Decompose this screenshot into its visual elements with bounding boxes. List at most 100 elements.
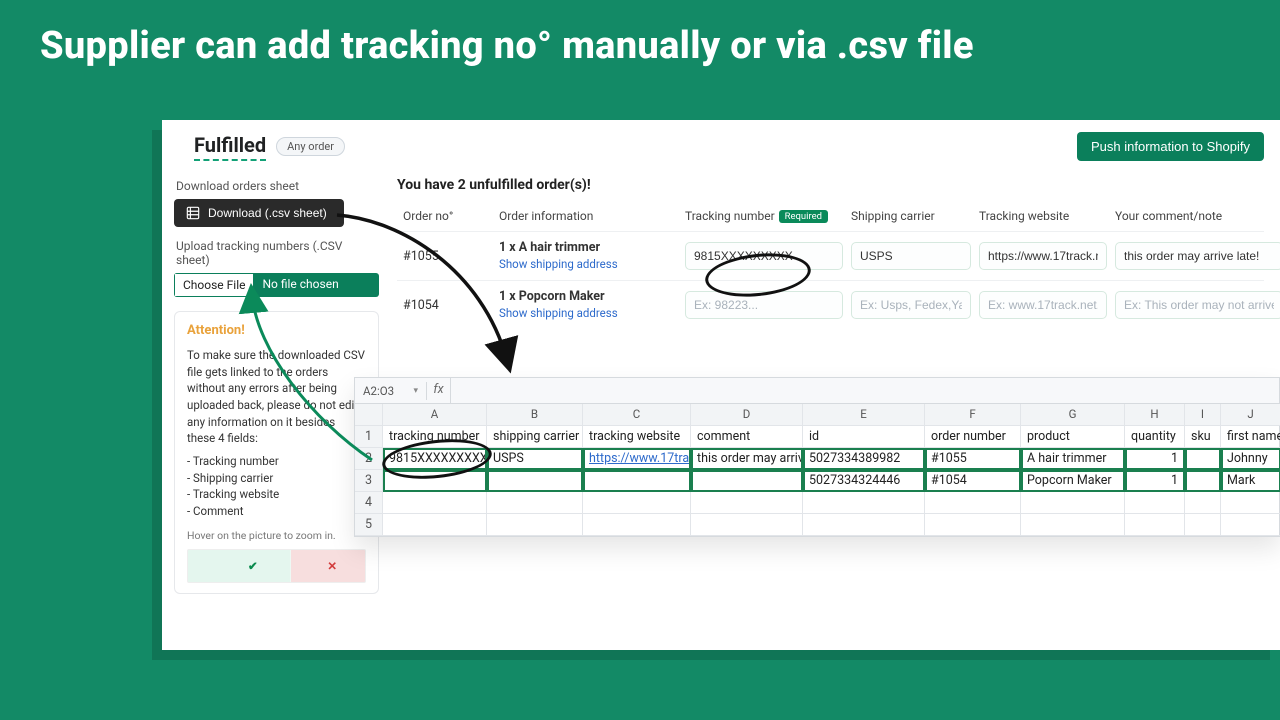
col-head[interactable]: D	[691, 404, 803, 426]
tab-fulfilled[interactable]: Fulfilled	[194, 133, 266, 161]
field-item: Shipping carrier	[187, 470, 366, 487]
show-shipping-link[interactable]: Show shipping address	[499, 257, 618, 271]
cell[interactable]: product	[1021, 426, 1125, 448]
cell[interactable]	[1221, 492, 1280, 514]
cell[interactable]	[1125, 514, 1185, 536]
cell[interactable]: sku	[1185, 426, 1221, 448]
cell[interactable]: A hair trimmer	[1021, 448, 1125, 470]
cell[interactable]: Popcorn Maker	[1021, 470, 1125, 492]
required-badge: Required	[779, 210, 828, 223]
col-site: Tracking website	[979, 209, 1107, 223]
cell[interactable]	[383, 514, 487, 536]
field-item: Comment	[187, 503, 366, 520]
cell[interactable]: Mark	[1221, 470, 1280, 492]
cell[interactable]: first name	[1221, 426, 1280, 448]
cell[interactable]	[487, 492, 583, 514]
col-head[interactable]: B	[487, 404, 583, 426]
col-head[interactable]: J	[1221, 404, 1280, 426]
cell[interactable]	[1185, 514, 1221, 536]
cell[interactable]: 5027334324446	[803, 470, 925, 492]
cell[interactable]	[583, 514, 691, 536]
filter-any-order[interactable]: Any order	[276, 137, 345, 156]
order-no: #1055	[403, 249, 491, 264]
col-head[interactable]: I	[1185, 404, 1221, 426]
cell[interactable]: #1055	[925, 448, 1021, 470]
cell[interactable]: tracking website	[583, 426, 691, 448]
cell[interactable]: #1054	[925, 470, 1021, 492]
carrier-input[interactable]	[851, 242, 971, 270]
cell[interactable]: tracking number	[383, 426, 487, 448]
cell[interactable]	[487, 514, 583, 536]
col-head[interactable]: H	[1125, 404, 1185, 426]
download-csv-label: Download (.csv sheet)	[208, 206, 327, 220]
cell[interactable]	[1185, 492, 1221, 514]
cell[interactable]	[383, 470, 487, 492]
comment-input[interactable]	[1115, 242, 1280, 270]
tracking-site-input[interactable]	[979, 291, 1107, 319]
cell[interactable]: 1	[1125, 448, 1185, 470]
page-headline: Supplier can add tracking no° manually o…	[0, 0, 1280, 78]
download-section-label: Download orders sheet	[176, 179, 379, 193]
col-order-info: Order information	[499, 209, 677, 223]
col-tracking: Tracking numberRequired	[685, 209, 843, 223]
cell[interactable]: 9815XXXXXXXXX	[383, 448, 487, 470]
row-head[interactable]: 2	[355, 448, 383, 470]
cell[interactable]	[925, 514, 1021, 536]
cell[interactable]	[803, 492, 925, 514]
cell[interactable]: 5027334389982	[803, 448, 925, 470]
chevron-down-icon: ▾	[413, 386, 418, 396]
cell[interactable]	[1185, 448, 1221, 470]
tracking-input[interactable]	[685, 242, 843, 270]
cell[interactable]: comment	[691, 426, 803, 448]
cell[interactable]: 1	[1125, 470, 1185, 492]
check-icon: ✔	[248, 558, 258, 575]
cell[interactable]	[691, 470, 803, 492]
cell[interactable]	[925, 492, 1021, 514]
cell[interactable]: quantity	[1125, 426, 1185, 448]
cell[interactable]	[1021, 514, 1125, 536]
corner-cell[interactable]	[355, 404, 383, 426]
cell[interactable]	[691, 492, 803, 514]
cell[interactable]	[1221, 514, 1280, 536]
col-head[interactable]: C	[583, 404, 691, 426]
push-to-shopify-button[interactable]: Push information to Shopify	[1077, 132, 1264, 161]
fx-icon: fx	[427, 378, 451, 403]
carrier-input[interactable]	[851, 291, 971, 319]
cell[interactable]	[1125, 492, 1185, 514]
tracking-site-input[interactable]	[979, 242, 1107, 270]
cell[interactable]: USPS	[487, 448, 583, 470]
comment-input[interactable]	[1115, 291, 1280, 319]
cell[interactable]: Johnny	[1221, 448, 1280, 470]
csv-preview-thumb[interactable]: ✔ ✕	[187, 549, 366, 583]
cell[interactable]	[583, 470, 691, 492]
cell[interactable]	[1021, 492, 1125, 514]
cell[interactable]	[803, 514, 925, 536]
cell[interactable]	[583, 492, 691, 514]
cell[interactable]: shipping carrier	[487, 426, 583, 448]
col-head[interactable]: A	[383, 404, 487, 426]
cell[interactable]: this order may arrive	[691, 448, 803, 470]
row-head[interactable]: 4	[355, 492, 383, 514]
cell[interactable]	[691, 514, 803, 536]
cell[interactable]	[487, 470, 583, 492]
col-head[interactable]: G	[1021, 404, 1125, 426]
cell[interactable]: order number	[925, 426, 1021, 448]
name-box[interactable]: A2:O3▾	[355, 382, 427, 400]
cell[interactable]: id	[803, 426, 925, 448]
download-csv-button[interactable]: Download (.csv sheet)	[174, 199, 344, 227]
row-head[interactable]: 5	[355, 514, 383, 536]
cell[interactable]	[383, 492, 487, 514]
show-shipping-link[interactable]: Show shipping address	[499, 306, 618, 320]
col-head[interactable]: F	[925, 404, 1021, 426]
row-head[interactable]: 3	[355, 470, 383, 492]
file-input[interactable]: Choose File No file chosen	[174, 273, 379, 297]
col-head[interactable]: E	[803, 404, 925, 426]
attention-card: Attention! To make sure the downloaded C…	[174, 311, 379, 594]
row-head[interactable]: 1	[355, 426, 383, 448]
cell[interactable]	[1185, 470, 1221, 492]
tracking-input[interactable]	[685, 291, 843, 319]
cross-icon: ✕	[327, 558, 337, 575]
spreadsheet-icon	[186, 206, 200, 220]
cell[interactable]: https://www.17tra	[583, 448, 691, 470]
choose-file-button[interactable]: Choose File	[174, 273, 254, 297]
